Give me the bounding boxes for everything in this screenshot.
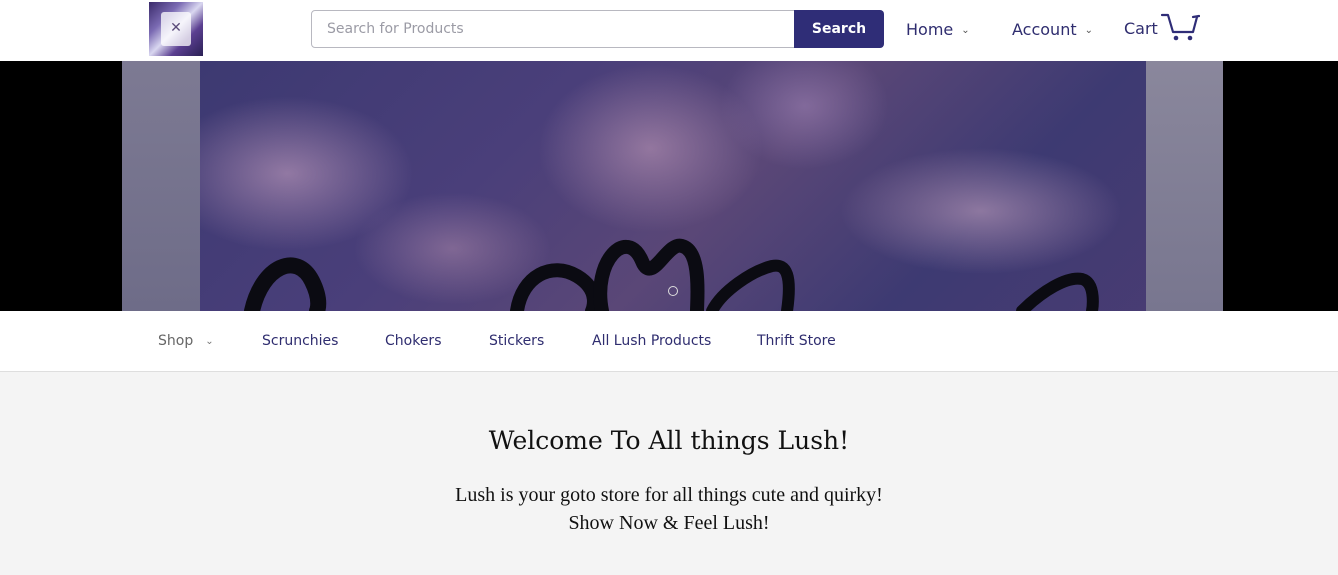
chevron-down-icon: ⌄ <box>961 24 970 36</box>
category-shop[interactable]: Shop ⌄ <box>158 333 214 349</box>
category-nav: Shop ⌄ Scrunchies Chokers Stickers All L… <box>0 311 1338 372</box>
hero-image <box>122 61 1223 311</box>
logo-badge: ✕ <box>161 12 191 46</box>
category-stickers[interactable]: Stickers <box>489 333 544 349</box>
welcome-line-1: Lush is your goto store for all things c… <box>455 484 883 506</box>
nav-home-label: Home <box>906 19 954 39</box>
welcome-line-2: Show Now & Feel Lush! <box>568 512 770 534</box>
category-scrunchies[interactable]: Scrunchies <box>262 333 338 349</box>
hero-brush-lettering <box>244 238 1099 311</box>
welcome-title: Welcome To All things Lush! <box>488 426 850 455</box>
site-logo[interactable]: ✕ <box>149 2 203 56</box>
search-button[interactable]: Search <box>794 10 884 48</box>
site-header: ✕ Search Home ⌄ Account ⌄ Cart <box>0 0 1338 61</box>
category-all-lush-products[interactable]: All Lush Products <box>592 333 711 349</box>
search-bar: Search <box>311 10 884 48</box>
cart-icon <box>1160 13 1200 41</box>
nav-cart[interactable]: Cart <box>1124 12 1200 42</box>
hero-banner <box>0 61 1338 311</box>
carousel-dot[interactable] <box>668 286 678 296</box>
nav-account-label: Account <box>1012 19 1077 39</box>
nav-cart-label: Cart <box>1124 18 1158 38</box>
welcome-section: Welcome To All things Lush! Lush is your… <box>0 372 1338 575</box>
search-input[interactable] <box>311 10 812 48</box>
category-chokers[interactable]: Chokers <box>385 333 442 349</box>
welcome-description: Lush is your goto store for all things c… <box>0 481 1338 537</box>
nav-account[interactable]: Account ⌄ <box>1012 18 1093 40</box>
chevron-down-icon: ⌄ <box>205 335 214 347</box>
category-shop-label: Shop <box>158 333 194 349</box>
category-thrift-store[interactable]: Thrift Store <box>757 333 836 349</box>
logo-mark: ✕ <box>170 20 182 36</box>
chevron-down-icon: ⌄ <box>1084 24 1093 36</box>
nav-home[interactable]: Home ⌄ <box>906 18 970 40</box>
